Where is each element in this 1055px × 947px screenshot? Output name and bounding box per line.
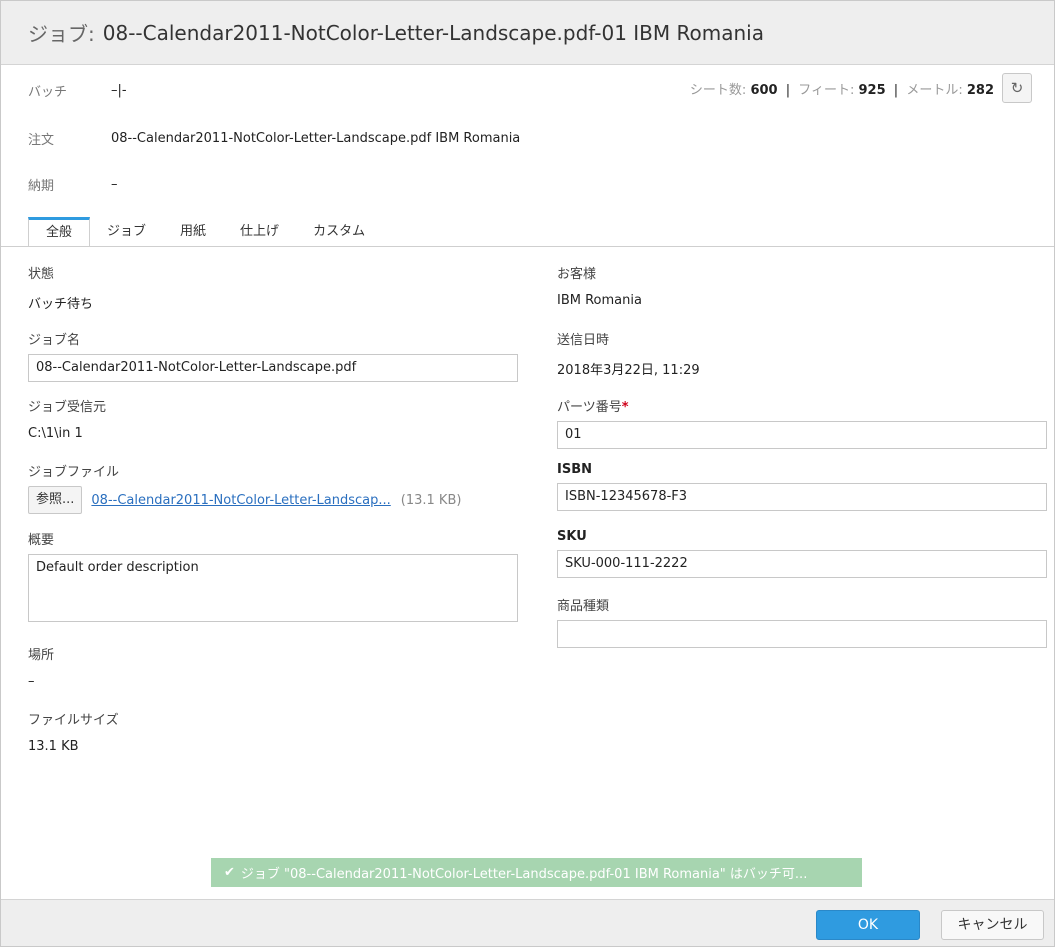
tab-finishing[interactable]: 仕上げ — [223, 217, 296, 247]
part-number-label-row: パーツ番号* — [557, 396, 1047, 415]
sent-date-value: 2018年3月22日, 11:29 — [557, 363, 700, 378]
job-name-field: ジョブ名 08--Calendar2011-NotColor-Letter-La… — [28, 329, 518, 382]
order-value: 08--Calendar2011-NotColor-Letter-Landsca… — [111, 131, 521, 146]
required-marker: * — [621, 400, 629, 415]
dialog-title: 08--Calendar2011-NotColor-Letter-Landsca… — [102, 20, 764, 45]
job-properties-dialog: ジョブ: 08--Calendar2011-NotColor-Letter-La… — [0, 0, 1055, 947]
sku-input[interactable]: SKU-000-111-2222 — [557, 550, 1047, 578]
dialog-title-label: ジョブ: — [28, 22, 95, 46]
tab-custom[interactable]: カスタム — [296, 217, 382, 247]
batch-value: –|- — [111, 83, 127, 98]
isbn-label: ISBN — [557, 462, 592, 477]
customer-field: お客様 IBM Romania — [557, 263, 1047, 308]
product-type-input[interactable] — [557, 620, 1047, 648]
metrics-separator: | — [893, 83, 899, 98]
metrics-summary: シート数: 600 | フィート: 925 | メートル: 282 — [690, 79, 994, 98]
file-size-field: ファイルサイズ 13.1 KB — [28, 709, 518, 754]
job-file-size: (13.1 KB) — [400, 492, 462, 508]
location-field: 場所 – — [28, 644, 518, 689]
sheets-label: シート数: — [689, 83, 747, 98]
job-name-input[interactable]: 08--Calendar2011-NotColor-Letter-Landsca… — [28, 354, 518, 382]
metrics-separator: | — [785, 83, 791, 98]
job-file-field: ジョブファイル 参照... 08--Calendar2011-NotColor-… — [28, 461, 518, 514]
status-label: 状態 — [28, 267, 55, 282]
check-icon: ✔ — [224, 865, 235, 880]
location-value: – — [28, 674, 35, 689]
job-file-label: ジョブファイル — [28, 465, 120, 480]
tab-general[interactable]: 全般 — [28, 217, 91, 247]
customer-value: IBM Romania — [557, 293, 642, 308]
feet-value: 925 — [858, 83, 886, 98]
cancel-button[interactable]: キャンセル — [941, 910, 1044, 940]
browse-button[interactable]: 参照... — [28, 486, 83, 514]
status-value: バッチ待ち — [28, 297, 94, 312]
tab-divider — [1, 246, 1054, 247]
isbn-input[interactable]: ISBN-12345678-F3 — [557, 483, 1047, 511]
job-source-value: C:\1\in 1 — [28, 426, 83, 441]
job-file-row: 参照... 08--Calendar2011-NotColor-Letter-L… — [28, 486, 518, 514]
product-type-field: 商品種類 — [557, 595, 1047, 648]
customer-label: お客様 — [557, 267, 597, 282]
part-number-field: パーツ番号* 01 — [557, 396, 1047, 449]
order-label: 注文 — [28, 133, 55, 148]
sent-date-label: 送信日時 — [557, 333, 610, 348]
status-field: 状態 バッチ待ち — [28, 263, 518, 312]
sku-label: SKU — [557, 529, 587, 544]
part-number-label: パーツ番号 — [557, 400, 622, 415]
tab-paper[interactable]: 用紙 — [163, 217, 223, 247]
meters-label: メートル: — [906, 83, 963, 98]
sheets-value: 600 — [750, 83, 778, 98]
job-file-link[interactable]: 08--Calendar2011-NotColor-Letter-Landsca… — [91, 493, 390, 508]
sent-date-field: 送信日時 2018年3月22日, 11:29 — [557, 329, 1047, 378]
batch-row: バッチ –|- — [28, 81, 127, 100]
product-type-label: 商品種類 — [557, 599, 610, 614]
summary-label: 概要 — [28, 533, 55, 548]
refresh-button[interactable]: ↻ — [1002, 73, 1032, 103]
dialog-title-bar: ジョブ: 08--Calendar2011-NotColor-Letter-La… — [1, 1, 1054, 65]
part-number-input[interactable]: 01 — [557, 421, 1047, 449]
success-toast: ✔ ジョブ "08--Calendar2011-NotColor-Letter-… — [211, 858, 862, 887]
refresh-icon: ↻ — [1010, 79, 1024, 97]
tab-job[interactable]: ジョブ — [90, 217, 163, 247]
job-source-label: ジョブ受信元 — [28, 400, 107, 415]
toast-message: ジョブ "08--Calendar2011-NotColor-Letter-La… — [240, 867, 808, 882]
meters-value: 282 — [966, 83, 994, 98]
summary-field: 概要 Default order description — [28, 529, 518, 622]
sku-field: SKU SKU-000-111-2222 — [557, 529, 1047, 578]
summary-textarea[interactable]: Default order description — [28, 554, 518, 622]
job-name-label: ジョブ名 — [28, 333, 81, 348]
due-row: 納期 – — [28, 175, 118, 194]
location-label: 場所 — [28, 648, 55, 663]
file-size-label: ファイルサイズ — [28, 713, 119, 728]
order-row: 注文 08--Calendar2011-NotColor-Letter-Land… — [28, 129, 520, 148]
due-value: – — [111, 177, 118, 192]
ok-button[interactable]: OK — [816, 910, 920, 940]
batch-label: バッチ — [28, 85, 68, 100]
file-size-value: 13.1 KB — [28, 739, 79, 754]
job-source-field: ジョブ受信元 C:\1\in 1 — [28, 396, 518, 441]
isbn-field: ISBN ISBN-12345678-F3 — [557, 462, 1047, 511]
tab-bar: 全般 ジョブ 用紙 仕上げ カスタム — [28, 217, 382, 247]
feet-label: フィート: — [798, 83, 855, 98]
dialog-footer: OK キャンセル — [1, 899, 1054, 946]
due-label: 納期 — [28, 179, 55, 194]
